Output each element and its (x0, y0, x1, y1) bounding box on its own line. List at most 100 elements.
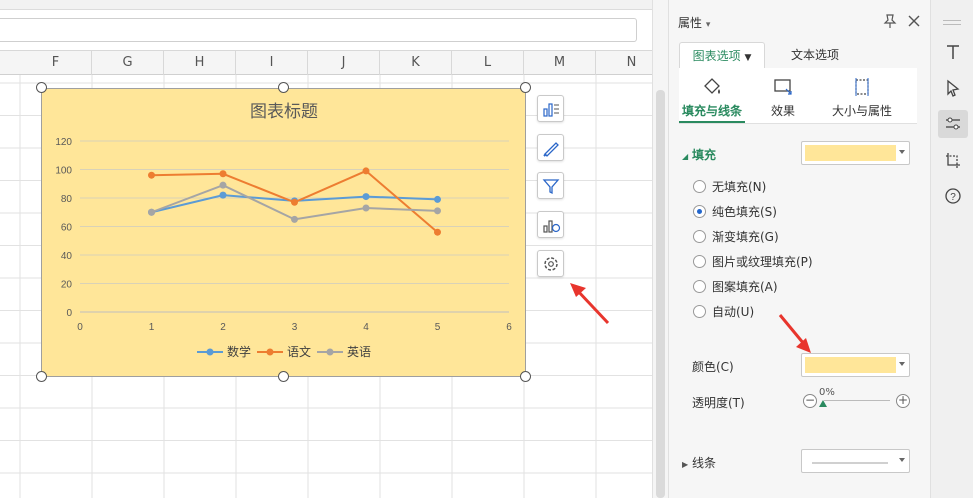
color-swatch (805, 357, 896, 373)
color-dropdown[interactable] (801, 353, 910, 377)
opacity-decrease-button[interactable]: − (803, 394, 817, 408)
y-tick-label: 20 (61, 280, 73, 291)
y-tick-label: 100 (55, 166, 72, 177)
fill-color-dropdown[interactable] (801, 141, 910, 165)
effects-icon (774, 79, 792, 95)
fill-section-header[interactable]: ◢ 填充 (682, 146, 716, 163)
y-tick-label: 60 (61, 223, 73, 234)
data-point[interactable] (219, 181, 227, 189)
subtab-fill-line[interactable]: 填充与线条 (679, 68, 745, 124)
radio-button[interactable] (693, 255, 706, 268)
active-subtab-indicator (679, 121, 745, 123)
column-header-h[interactable]: H (164, 51, 236, 75)
panel-title[interactable]: 属性 ▾ (678, 14, 710, 31)
legend-marker (326, 348, 334, 356)
select-cursor-icon (947, 79, 960, 97)
chart-filter-icon (542, 179, 560, 195)
radio-button[interactable] (693, 205, 706, 218)
resize-handle-top-left[interactable] (36, 82, 47, 93)
spreadsheet-area: F G H I J K L M N 图表标题 0 20 40 60 80 100 120 0 1 2… (0, 0, 652, 498)
vertical-scrollbar[interactable] (652, 0, 668, 498)
opacity-increase-button[interactable]: + (896, 394, 910, 408)
grip-line (943, 20, 961, 21)
chart-style-icon (543, 142, 559, 157)
column-header-g[interactable]: G (92, 51, 164, 75)
radio-button[interactable] (693, 305, 706, 318)
subtab-size-properties-label: 大小与属性 (831, 104, 892, 118)
x-tick-label: 3 (292, 322, 298, 333)
data-point[interactable] (362, 167, 370, 175)
column-header-l[interactable]: L (452, 51, 524, 75)
crop-button[interactable] (938, 146, 968, 174)
line-style-dropdown[interactable] (801, 449, 910, 473)
data-point[interactable] (434, 195, 441, 203)
data-point[interactable] (434, 228, 441, 236)
tab-text-options[interactable]: 文本选项 (791, 42, 839, 68)
subtab-bar: 填充与线条 效果 大小与属性 (679, 68, 917, 124)
column-header-j[interactable]: J (308, 51, 380, 75)
properties-button[interactable] (938, 110, 968, 138)
resize-handle-top[interactable] (278, 82, 289, 93)
text-tool-button[interactable] (938, 38, 968, 66)
data-point[interactable] (291, 215, 298, 223)
resize-handle-bottom-right[interactable] (520, 371, 531, 382)
color-label: 颜色(C) (692, 360, 734, 374)
chart-settings-button[interactable] (537, 250, 564, 277)
fill-section-label: 填充 (691, 148, 716, 162)
chart-filter-button[interactable] (537, 172, 564, 199)
data-point[interactable] (362, 204, 370, 212)
data-point[interactable] (362, 193, 370, 201)
chevron-down-icon (899, 362, 905, 366)
radio-button[interactable] (693, 180, 706, 193)
line-section-header[interactable]: ▶ 线条 (682, 454, 716, 471)
legend-label: 英语 (347, 345, 371, 359)
data-point[interactable] (291, 198, 298, 206)
column-header-k[interactable]: K (380, 51, 452, 75)
chart-elements-icon (543, 103, 559, 117)
fill-option-label: 图案填充(A) (712, 280, 778, 294)
scrollbar-thumb[interactable] (656, 90, 665, 498)
data-point[interactable] (434, 207, 441, 215)
properties-panel: 属性 ▾ 图表选项 ▼ 文本选项 填充与线条 效果 大小与属性 ◢ 填充 颜色(… (668, 0, 930, 498)
chart-layout-button[interactable] (537, 211, 564, 238)
help-button[interactable]: ? (938, 182, 968, 210)
line-style-preview (812, 454, 888, 464)
chart-object[interactable]: 图表标题 0 20 40 60 80 100 120 0 1 2 3 4 5 6 数学 语文 英语 (41, 88, 526, 377)
resize-handle-bottom[interactable] (278, 371, 289, 382)
opacity-label: 透明度(T) (692, 396, 745, 410)
right-toolbar: ? (930, 0, 973, 498)
column-header-m[interactable]: M (524, 51, 596, 75)
data-point[interactable] (219, 170, 227, 178)
subtab-size-properties[interactable]: 大小与属性 (817, 68, 907, 124)
radio-button[interactable] (693, 230, 706, 243)
annotation-arrow (778, 314, 811, 353)
column-header-n[interactable]: N (596, 51, 652, 75)
grip-line (943, 24, 961, 25)
tab-chart-options[interactable]: 图表选项 ▼ (679, 42, 765, 68)
chart-title[interactable]: 图表标题 (250, 102, 318, 121)
formula-bar[interactable] (0, 18, 637, 42)
chart-settings-icon (544, 257, 558, 271)
chart-elements-button[interactable] (537, 95, 564, 122)
resize-handle-top-right[interactable] (520, 82, 531, 93)
opacity-slider-thumb[interactable] (819, 400, 827, 407)
app-window: F G H I J K L M N 图表标题 0 20 40 60 80 100 120 0 1 2… (0, 0, 973, 498)
opacity-slider[interactable] (824, 400, 890, 401)
x-tick-label: 0 (77, 322, 83, 333)
pin-icon[interactable] (881, 12, 899, 30)
data-point[interactable] (148, 171, 155, 179)
legend-marker (206, 348, 214, 356)
subtab-effects[interactable]: 效果 (753, 68, 813, 124)
column-header-f[interactable]: F (20, 51, 92, 75)
x-tick-label: 1 (149, 322, 155, 333)
data-point[interactable] (148, 208, 155, 216)
column-header-i[interactable]: I (236, 51, 308, 75)
radio-button[interactable] (693, 280, 706, 293)
x-tick-label: 4 (363, 322, 369, 333)
data-point[interactable] (219, 191, 227, 199)
select-tool-button[interactable] (938, 74, 968, 102)
chart-style-button[interactable] (537, 134, 564, 161)
resize-handle-bottom-left[interactable] (36, 371, 47, 382)
close-icon[interactable] (905, 12, 923, 30)
fill-option-label: 渐变填充(G) (712, 230, 779, 244)
